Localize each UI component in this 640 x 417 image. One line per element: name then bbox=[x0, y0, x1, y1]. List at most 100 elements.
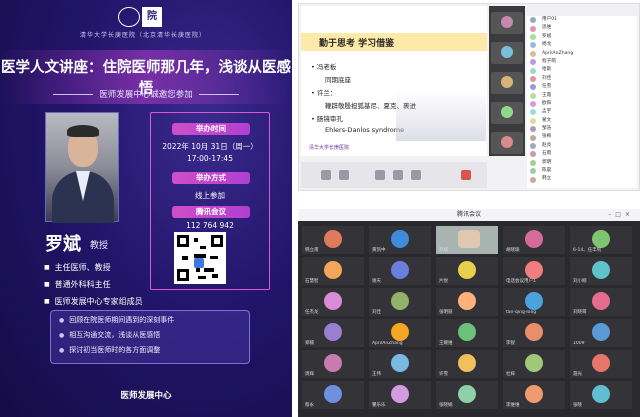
participant-row[interactable]: 孟宇 bbox=[527, 108, 637, 116]
qr-code-icon[interactable] bbox=[174, 232, 226, 284]
participant-row[interactable]: 用户01 bbox=[527, 16, 637, 24]
participant-row[interactable]: 罗斌 bbox=[527, 33, 637, 41]
participant-tile[interactable]: 杜梓 bbox=[502, 349, 566, 379]
participant-tile[interactable]: 石慧智 bbox=[301, 256, 365, 286]
avatar bbox=[458, 354, 476, 372]
participant-tile[interactable]: 电话会议用户1 bbox=[502, 256, 566, 286]
poster-invite: 医师发展中心诚邀您参加 bbox=[0, 88, 292, 100]
participant-tile[interactable]: 片悦 bbox=[435, 256, 499, 286]
participant-row[interactable]: 思维 bbox=[527, 24, 637, 32]
video-thumb[interactable] bbox=[491, 42, 523, 64]
participant-tile[interactable]: 韩立南 bbox=[301, 225, 365, 255]
topic-item: 回顾在院医师期间遇到的深刻事件 bbox=[59, 315, 241, 325]
participant-row[interactable]: 郭明 bbox=[527, 159, 637, 167]
avatar bbox=[391, 354, 409, 372]
participant-name: 胡晓瑜 bbox=[506, 248, 520, 253]
participant-tile[interactable]: 郑楠 bbox=[301, 318, 365, 348]
participant-tile[interactable]: 李维维 bbox=[502, 380, 566, 410]
participant-name: 罗斌 bbox=[439, 248, 448, 253]
speaker-photo bbox=[45, 112, 119, 223]
video-thumb[interactable] bbox=[491, 72, 523, 94]
participant-row[interactable]: 哈斯 bbox=[527, 66, 637, 74]
participant-row[interactable]: 邹浩 bbox=[527, 125, 637, 133]
participant-row[interactable]: 张梅 bbox=[527, 133, 637, 141]
participant-row[interactable]: 程子萌 bbox=[527, 58, 637, 66]
avatar bbox=[525, 261, 543, 279]
participant-tile[interactable]: 张晓娟 bbox=[435, 380, 499, 410]
participant-tile[interactable]: 周辉 bbox=[301, 349, 365, 379]
avatar bbox=[458, 323, 476, 341]
participant-tile[interactable]: 瞿乐乐 bbox=[368, 380, 432, 410]
participant-name: 李维维 bbox=[506, 403, 520, 408]
participant-name: 蔡永 bbox=[305, 403, 314, 408]
participant-tile[interactable]: 蔡永 bbox=[301, 380, 365, 410]
participant-row[interactable]: 刘佳 bbox=[527, 75, 637, 83]
avatar bbox=[592, 323, 610, 341]
speaker-title-item: 医师发展中心专家组成员 bbox=[44, 296, 143, 307]
camera-icon[interactable] bbox=[339, 170, 349, 180]
participant-tile[interactable]: 聂光 bbox=[569, 349, 633, 379]
participant-tile[interactable]: 谢天 bbox=[368, 256, 432, 286]
participant-tile[interactable]: 刘佳 bbox=[368, 287, 432, 317]
avatar bbox=[525, 354, 543, 372]
participant-tile[interactable]: 张晓 bbox=[569, 380, 633, 410]
chat-icon[interactable] bbox=[411, 170, 421, 180]
participant-row[interactable]: 赵亮 bbox=[527, 142, 637, 150]
participant-tile[interactable]: 李锐 bbox=[502, 318, 566, 348]
video-thumb[interactable] bbox=[491, 12, 523, 34]
topic-item: 相互沟通交流，浅谈从医感悟 bbox=[59, 330, 241, 340]
participant-tile[interactable]: AprilAnZhang bbox=[368, 318, 432, 348]
topic-item: 探讨初当医师时的各方面调整 bbox=[59, 345, 241, 355]
avatar bbox=[391, 261, 409, 279]
video-thumb[interactable] bbox=[491, 102, 523, 124]
avatar bbox=[458, 385, 476, 403]
participant-name: 许雪 bbox=[439, 372, 448, 377]
video-strip bbox=[489, 6, 525, 156]
video-thumb[interactable] bbox=[491, 132, 523, 154]
time-tag: 举办时间 bbox=[172, 123, 250, 135]
leave-button[interactable] bbox=[461, 170, 471, 180]
participant-tile[interactable]: 6-14、任丰钊 bbox=[569, 225, 633, 255]
participant-row[interactable]: AprilAnZhang bbox=[527, 50, 637, 58]
meeting-toolbar bbox=[301, 162, 487, 188]
participant-row[interactable]: 韩立 bbox=[527, 175, 637, 183]
share-icon[interactable] bbox=[375, 170, 385, 180]
avatar bbox=[391, 292, 409, 310]
participant-name: 王耀维 bbox=[439, 341, 453, 346]
window-controls[interactable]: –□× bbox=[608, 209, 634, 221]
participant-row[interactable]: 任雪 bbox=[527, 83, 637, 91]
participant-tile[interactable]: 黄凯中 bbox=[368, 225, 432, 255]
slide-subitem: 同期底座 bbox=[325, 76, 351, 84]
participants-icon[interactable] bbox=[393, 170, 403, 180]
participant-tile[interactable]: tan-qing-long bbox=[502, 287, 566, 317]
avatar bbox=[458, 261, 476, 279]
participant-row[interactable]: 石雨 bbox=[527, 150, 637, 158]
participant-tile[interactable]: 王耀维 bbox=[435, 318, 499, 348]
participant-row[interactable]: 陈晨 bbox=[527, 167, 637, 175]
participant-row[interactable]: 王霞 bbox=[527, 92, 637, 100]
event-mode: 线上参加 bbox=[195, 191, 225, 200]
participant-row[interactable]: 翟文 bbox=[527, 117, 637, 125]
avatar bbox=[525, 323, 543, 341]
participant-tile[interactable]: 刘晓萌 bbox=[569, 287, 633, 317]
participant-tile[interactable]: 任杰龙 bbox=[301, 287, 365, 317]
participant-tile[interactable]: 张明丽 bbox=[435, 287, 499, 317]
participant-tile[interactable]: 罗斌 bbox=[435, 225, 499, 255]
avatar bbox=[592, 261, 610, 279]
participant-name: 电话会议用户1 bbox=[506, 279, 536, 284]
participant-row[interactable]: 杨戈 bbox=[527, 41, 637, 49]
hospital-emblem-icon: 院 bbox=[142, 7, 162, 27]
avatar bbox=[324, 323, 342, 341]
participant-tile[interactable]: 1009 bbox=[569, 318, 633, 348]
participant-tile[interactable]: 许雪 bbox=[435, 349, 499, 379]
mic-icon[interactable] bbox=[321, 170, 331, 180]
participant-tile[interactable]: 胡晓瑜 bbox=[502, 225, 566, 255]
participant-name: 黄凯中 bbox=[372, 248, 386, 253]
participant-tile[interactable]: 王伟 bbox=[368, 349, 432, 379]
participant-tile[interactable]: 刘小刚 bbox=[569, 256, 633, 286]
participant-name: 张晓 bbox=[573, 403, 582, 408]
speaker-title-item: 普通外科科主任 bbox=[44, 279, 143, 290]
avatar bbox=[324, 261, 342, 279]
participant-name: 1009 bbox=[573, 341, 585, 346]
participant-row[interactable]: 欧阳 bbox=[527, 100, 637, 108]
